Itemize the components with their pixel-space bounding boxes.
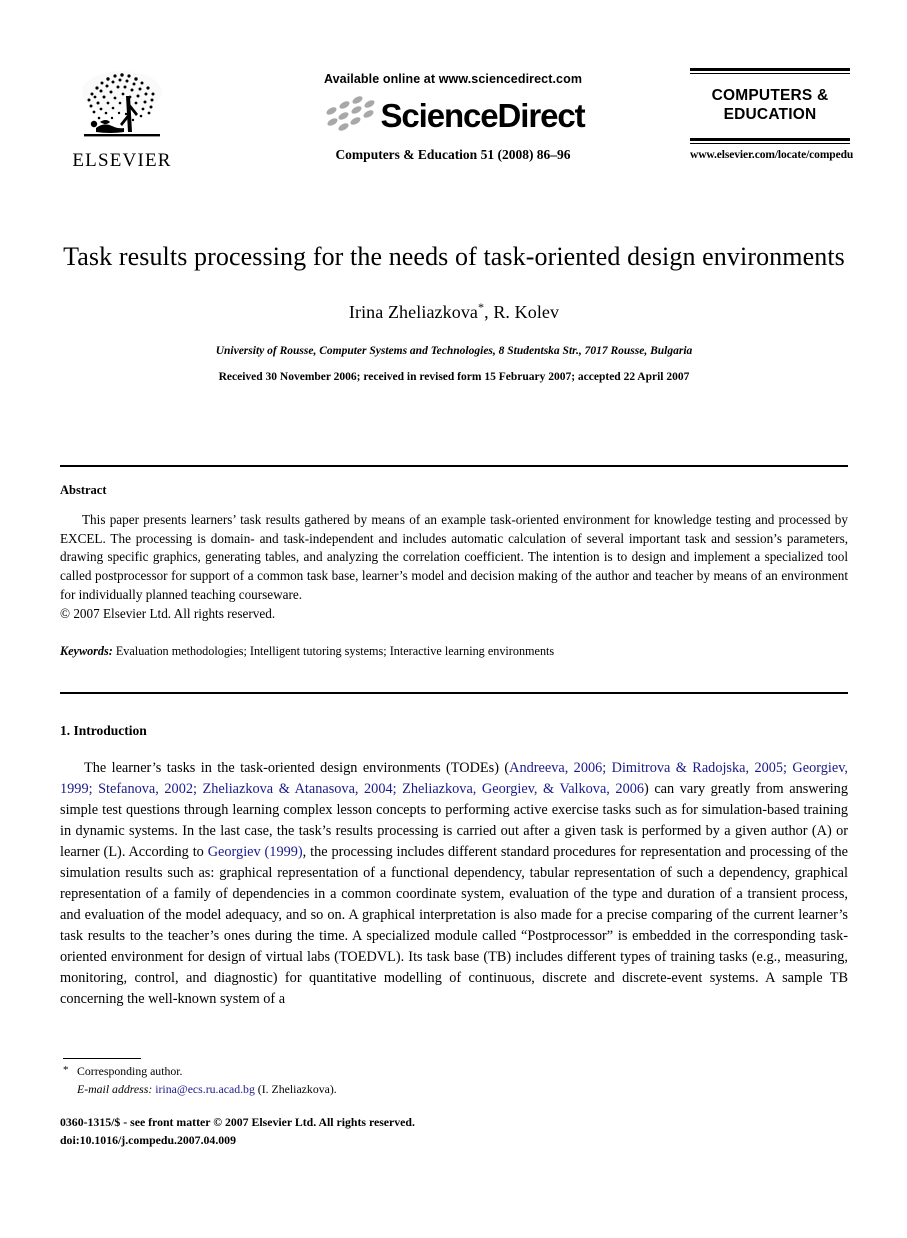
author-secondary: , R. Kolev	[484, 301, 560, 322]
masthead-rule-bottom-thick	[690, 137, 850, 141]
masthead-rule-top-thick	[690, 68, 850, 71]
masthead-rule-bottom-thin	[690, 142, 850, 144]
abstract-divider-bottom	[60, 692, 848, 694]
journal-title-line2: EDUCATION	[723, 106, 817, 124]
abstract-block: Abstract This paper presents learners’ t…	[60, 483, 848, 660]
page-title: Task results processing for the needs of…	[63, 242, 845, 271]
intro-text-part1: The learner’s tasks in the task-oriented…	[84, 760, 510, 776]
keywords-value: Evaluation methodologies; Intelligent tu…	[115, 644, 555, 659]
affiliation: University of Rousse, Computer Systems a…	[215, 344, 693, 357]
elsevier-tree-icon	[84, 73, 160, 137]
email-link[interactable]: irina@ecs.ru.acad.bg	[155, 1082, 255, 1096]
author-primary: Irina Zheliazkova	[348, 301, 479, 322]
sciencedirect-block: Available online at www.sciencedirect.co…	[243, 72, 663, 163]
journal-title-line1: COMPUTERS &	[711, 87, 829, 104]
email-owner: (I. Zheliazkova).	[257, 1082, 337, 1097]
email-address-label: E-mail address:	[77, 1082, 153, 1097]
journal-citation: Computers & Education 51 (2008) 86–96	[335, 147, 571, 162]
article-page: ELSEVIER Available online at www.science…	[0, 0, 907, 1238]
introduction-section: 1. Introduction The learner’s tasks in t…	[60, 723, 848, 1010]
available-online-text: Available online at www.sciencedirect.co…	[323, 72, 583, 86]
introduction-paragraph: The learner’s tasks in the task-oriented…	[60, 758, 848, 1010]
footnote-marker: *	[63, 1064, 69, 1076]
keywords-label: Keywords:	[60, 644, 113, 659]
abstract-divider-top	[60, 465, 848, 467]
sciencedirect-dots-icon	[322, 94, 378, 135]
received-dates: Received 30 November 2006; received in r…	[218, 370, 690, 383]
footnote-corresponding-line: * Corresponding author.	[63, 1063, 563, 1080]
doi-line[interactable]: doi:10.1016/j.compedu.2007.04.009	[60, 1132, 660, 1150]
author-list: Irina Zheliazkova*, R. Kolev	[60, 300, 848, 323]
abstract-heading: Abstract	[60, 483, 107, 497]
abstract-copyright: © 2007 Elsevier Ltd. All rights reserved…	[60, 605, 276, 621]
masthead-rule-top-thin	[690, 73, 850, 74]
issn-line: 0360-1315/$ - see front matter © 2007 El…	[60, 1115, 415, 1129]
title-block: Task results processing for the needs of…	[60, 240, 848, 383]
footnote-block: * Corresponding author. E-mail address: i…	[63, 1063, 563, 1098]
elsevier-wordmark: ELSEVIER	[72, 150, 172, 171]
citation-link-georgiev-1999[interactable]: Georgiev (1999)	[208, 844, 303, 860]
journal-homepage-url[interactable]: www.elsevier.com/locate/compedu	[690, 149, 853, 161]
sciencedirect-wordmark: ScienceDirect	[380, 96, 586, 134]
abstract-text: This paper presents learners’ task resul…	[60, 512, 848, 602]
footnote-divider	[63, 1058, 141, 1060]
keywords: Keywords: Evaluation methodologies; Inte…	[60, 643, 848, 660]
section-heading-introduction: 1. Introduction	[60, 723, 147, 738]
footnote-email-line: E-mail address: irina@ecs.ru.acad.bg (I.…	[63, 1081, 563, 1098]
journal-masthead: COMPUTERS & EDUCATION www.elsevier.com/l…	[690, 68, 853, 161]
page-header: ELSEVIER Available online at www.science…	[0, 58, 907, 198]
intro-text-part3: , the processing includes different stan…	[60, 844, 848, 1008]
footnote-corresponding-text: Corresponding author.	[77, 1064, 183, 1078]
journal-title: COMPUTERS & EDUCATION	[690, 86, 850, 125]
elsevier-logo-block: ELSEVIER	[66, 66, 178, 171]
page-footer: 0360-1315/$ - see front matter © 2007 El…	[60, 1114, 660, 1149]
